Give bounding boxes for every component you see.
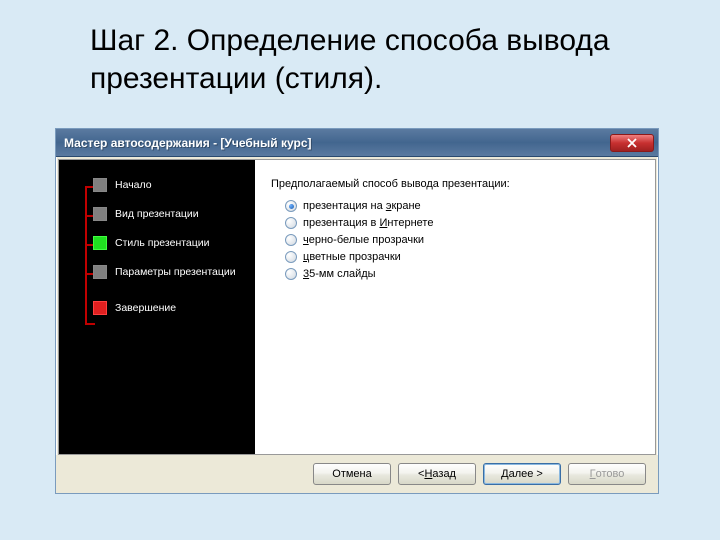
nav-box-icon: [93, 207, 107, 221]
cancel-button[interactable]: Отмена: [313, 463, 391, 485]
nav-label: Стиль презентации: [115, 237, 210, 249]
nav-box-icon: [93, 236, 107, 250]
radio-icon: [285, 200, 297, 212]
nav-label: Завершение: [115, 302, 176, 314]
radio-icon: [285, 234, 297, 246]
wizard-nav: Начало Вид презентации Стиль презентации…: [59, 160, 255, 454]
radio-label: презентация в Интернете: [303, 217, 433, 229]
radio-icon: [285, 268, 297, 280]
nav-item-start[interactable]: Начало: [81, 178, 247, 192]
radio-option-internet[interactable]: презентация в Интернете: [285, 217, 639, 229]
radio-option-color[interactable]: цветные прозрачки: [285, 251, 639, 263]
nav-item-params[interactable]: Параметры презентации: [81, 265, 247, 279]
radio-label: черно-белые прозрачки: [303, 234, 424, 246]
radio-option-35mm[interactable]: 35-мм слайды: [285, 268, 639, 280]
next-button[interactable]: Далее >: [483, 463, 561, 485]
nav-box-icon: [93, 178, 107, 192]
nav-connector-h: [85, 323, 95, 325]
titlebar: Мастер автосодержания - [Учебный курс]: [56, 129, 658, 157]
radio-icon: [285, 217, 297, 229]
radio-option-bw[interactable]: черно-белые прозрачки: [285, 234, 639, 246]
radio-label: презентация на экране: [303, 200, 421, 212]
radio-option-screen[interactable]: презентация на экране: [285, 200, 639, 212]
radio-label: 35-мм слайды: [303, 268, 376, 280]
button-bar: Отмена < Назад Далее > Готово: [56, 455, 658, 493]
back-button[interactable]: < Назад: [398, 463, 476, 485]
radio-label: цветные прозрачки: [303, 251, 401, 263]
nav-box-icon: [93, 301, 107, 315]
content-panel: Предполагаемый способ вывода презентации…: [255, 160, 655, 454]
nav-label: Параметры презентации: [115, 266, 236, 278]
slide-title: Шаг 2. Определение способа вывода презен…: [0, 0, 720, 107]
radio-icon: [285, 251, 297, 263]
dialog-title: Мастер автосодержания - [Учебный курс]: [64, 136, 610, 150]
nav-item-finish[interactable]: Завершение: [81, 301, 247, 315]
nav-item-type[interactable]: Вид презентации: [81, 207, 247, 221]
prompt-text: Предполагаемый способ вывода презентации…: [271, 178, 639, 190]
finish-button[interactable]: Готово: [568, 463, 646, 485]
nav-box-icon: [93, 265, 107, 279]
radio-group: презентация на экране презентация в Инте…: [271, 200, 639, 280]
nav-label: Начало: [115, 179, 152, 191]
dialog-body: Начало Вид презентации Стиль презентации…: [58, 159, 656, 455]
wizard-dialog: Мастер автосодержания - [Учебный курс] Н…: [55, 128, 659, 494]
close-icon: [627, 138, 637, 148]
close-button[interactable]: [610, 134, 654, 152]
nav-item-style[interactable]: Стиль презентации: [81, 236, 247, 250]
nav-label: Вид презентации: [115, 208, 199, 220]
